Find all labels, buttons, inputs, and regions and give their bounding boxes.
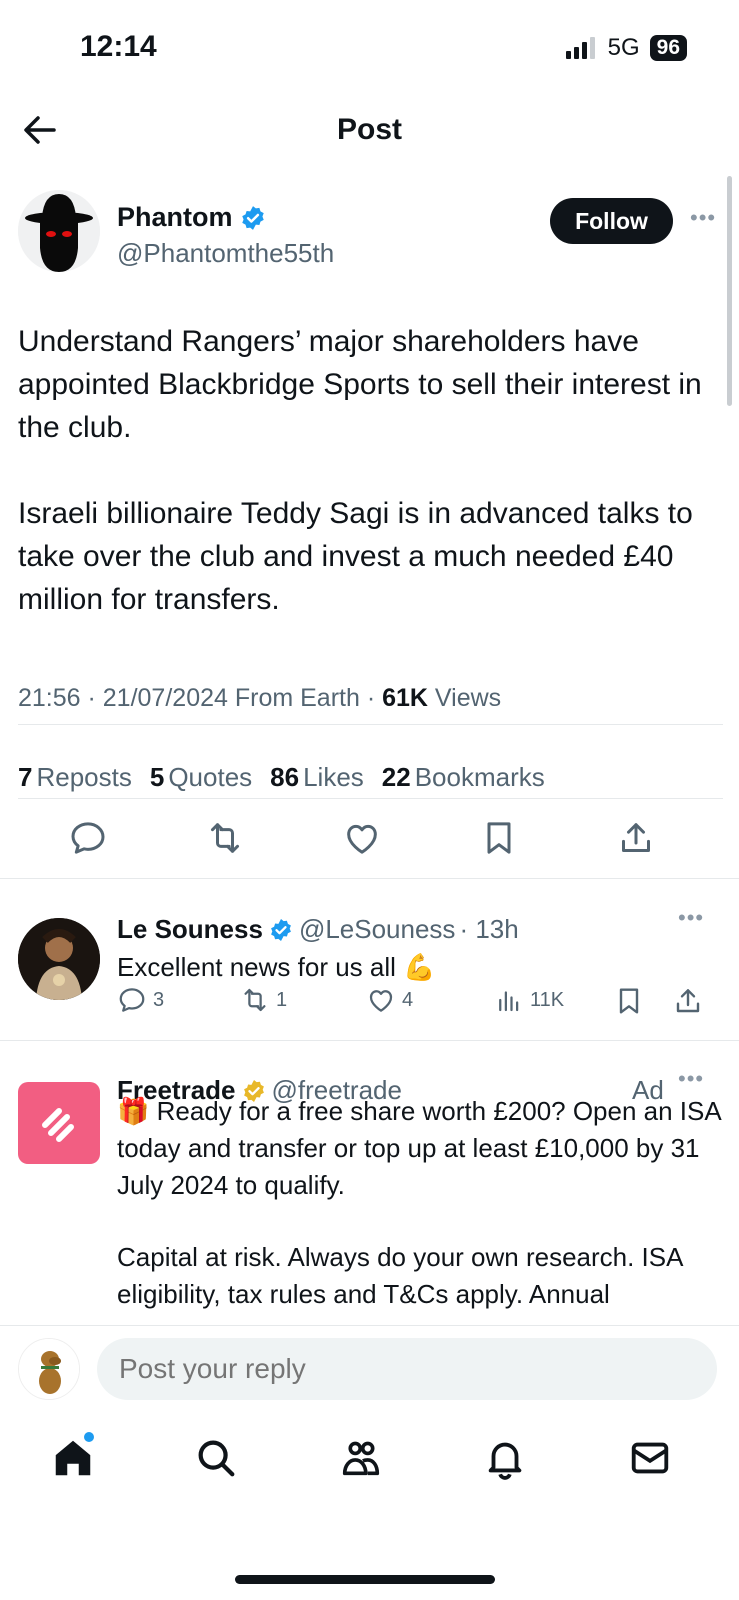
- notifications-icon[interactable]: [482, 1435, 532, 1485]
- status-time: 12:14: [80, 30, 157, 63]
- avatar[interactable]: [18, 190, 100, 272]
- phantom-avatar-icon: [18, 190, 100, 272]
- my-avatar[interactable]: [18, 1338, 80, 1400]
- notification-dot: [84, 1432, 94, 1442]
- repost-icon[interactable]: [205, 818, 245, 858]
- reposts-count: 7: [18, 762, 33, 792]
- share-icon[interactable]: [672, 985, 704, 1022]
- bookmark-icon[interactable]: [613, 985, 645, 1022]
- scrollbar[interactable]: [727, 176, 732, 406]
- bookmark-icon[interactable]: [479, 818, 519, 858]
- quotes-label: Quotes: [168, 762, 253, 792]
- likes-count: 86: [270, 762, 300, 792]
- reply-icon[interactable]: [68, 818, 108, 858]
- divider: [0, 1040, 739, 1041]
- divider: [18, 798, 723, 799]
- post-meta: 21:56 · 21/07/2024 From Earth · 61K View…: [18, 684, 501, 713]
- home-icon[interactable]: [50, 1435, 100, 1485]
- more-options-icon[interactable]: •••: [678, 905, 704, 931]
- engagement-stats: 7 Reposts 5 Quotes 86 Likes 22 Bookmarks: [18, 762, 545, 793]
- quotes-stat[interactable]: 5 Quotes: [150, 762, 252, 793]
- views-label: Views: [427, 684, 502, 712]
- signal-icon: [565, 37, 598, 59]
- status-indicators: 5G 96: [565, 34, 687, 62]
- post-timestamp: 21:56 · 21/07/2024 From Earth ·: [18, 684, 383, 712]
- like-icon: [366, 985, 396, 1015]
- page-title: Post: [336, 113, 402, 146]
- more-options-icon[interactable]: •••: [678, 1066, 704, 1092]
- bookmarks-label: Bookmarks: [414, 762, 545, 792]
- reply-likes-count: 4: [402, 988, 414, 1011]
- bookmarks-stat[interactable]: 22 Bookmarks: [382, 762, 545, 793]
- reply-author-name[interactable]: Le Souness: [117, 914, 263, 945]
- follow-button[interactable]: Follow: [550, 198, 673, 244]
- avatar[interactable]: [18, 918, 100, 1000]
- messages-icon[interactable]: [627, 1435, 677, 1485]
- reply-views-count: 11K: [530, 988, 565, 1011]
- search-icon[interactable]: [193, 1435, 243, 1485]
- network-label: 5G: [607, 34, 640, 61]
- share-icon[interactable]: [616, 818, 656, 858]
- reply-replies-count: 3: [153, 988, 165, 1011]
- communities-icon[interactable]: [337, 1435, 387, 1485]
- more-options-icon[interactable]: •••: [690, 205, 716, 231]
- battery-icon: 96: [649, 35, 687, 61]
- reply-reposts[interactable]: 1: [240, 985, 287, 1015]
- ad-text-paragraph-1: 🎁 Ready for a free share worth £200? Ope…: [117, 1096, 721, 1200]
- verified-badge-icon: [269, 918, 293, 942]
- reply-time: · 13h: [459, 914, 519, 944]
- views-icon: [494, 985, 524, 1015]
- divider: [18, 724, 723, 725]
- reply-author-handle[interactable]: @LeSouness: [299, 914, 456, 945]
- like-icon[interactable]: [342, 818, 382, 858]
- views-count: 61K: [382, 684, 428, 712]
- author-handle[interactable]: @Phantomthe55th: [117, 238, 334, 269]
- bookmarks-count: 22: [381, 762, 411, 792]
- author-name[interactable]: Phantom: [117, 202, 233, 233]
- reply-header: Le Souness @LeSouness · 13h: [117, 914, 519, 945]
- le-souness-avatar-icon: [18, 918, 100, 1000]
- reply-replies[interactable]: 3: [117, 985, 164, 1015]
- reposts-stat[interactable]: 7 Reposts: [18, 762, 132, 793]
- repost-icon: [240, 985, 270, 1015]
- likes-label: Likes: [303, 762, 364, 792]
- reply-input[interactable]: [97, 1338, 717, 1400]
- verified-badge-icon: [240, 205, 266, 231]
- reply-text: Excellent news for us all 💪: [117, 952, 436, 982]
- reposts-label: Reposts: [36, 762, 132, 792]
- freetrade-logo-icon[interactable]: [18, 1082, 100, 1164]
- post-text-paragraph-1: Understand Rangers’ major shareholders h…: [18, 325, 702, 444]
- reply-likes[interactable]: 4: [366, 985, 413, 1015]
- reply-reposts-count: 1: [276, 988, 288, 1011]
- ad-text-paragraph-2: Capital at risk. Always do your own rese…: [117, 1242, 683, 1309]
- author-name-row[interactable]: Phantom: [117, 202, 266, 233]
- post-text-paragraph-2: Israeli billionaire Teddy Sagi is in adv…: [18, 497, 693, 616]
- reply-icon: [117, 985, 147, 1015]
- likes-stat[interactable]: 86 Likes: [270, 762, 364, 793]
- reply-views[interactable]: 11K: [494, 985, 564, 1015]
- quotes-count: 5: [149, 762, 165, 792]
- divider: [0, 878, 739, 879]
- home-indicator: [235, 1575, 495, 1584]
- dog-avatar-icon: [19, 1339, 79, 1399]
